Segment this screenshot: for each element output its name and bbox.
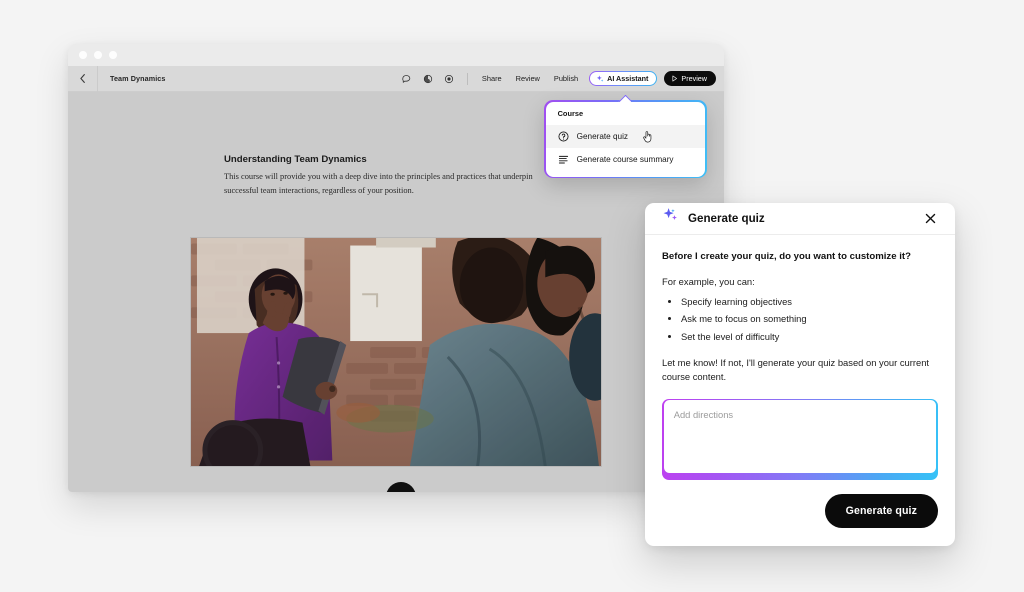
ai-assistant-dropdown: Course Generate quiz — [544, 100, 707, 178]
settings-icon — [444, 74, 454, 84]
palette-icon-button[interactable] — [418, 66, 439, 92]
close-button[interactable] — [921, 209, 939, 227]
modal-bullet-list: Specify learning objectives Ask me to fo… — [662, 293, 938, 345]
modal-body: Before I create your quiz, do you want t… — [645, 235, 955, 480]
screen: Team Dynamics — [0, 0, 1024, 592]
sparkle-icon — [596, 75, 604, 83]
menu-item-generate-quiz[interactable]: Generate quiz — [546, 125, 706, 148]
traffic-light-minimize-icon[interactable] — [94, 51, 102, 59]
modal-header: Generate quiz — [645, 203, 955, 235]
comment-icon — [402, 74, 412, 84]
modal-title: Generate quiz — [688, 212, 765, 225]
summary-lines-icon — [558, 154, 569, 165]
share-button[interactable]: Share — [475, 74, 509, 83]
sparkle-icon — [662, 207, 679, 229]
menu-item-label: Generate quiz — [577, 132, 628, 141]
modal-footer: Generate quiz — [645, 494, 955, 546]
generate-quiz-button[interactable]: Generate quiz — [825, 494, 938, 528]
menu-item-generate-course-summary[interactable]: Generate course summary — [546, 148, 706, 171]
toolbar-divider — [467, 73, 468, 85]
list-item: Specify learning objectives — [681, 293, 938, 310]
course-title: Team Dynamics — [98, 74, 166, 83]
dropdown-caret-icon — [618, 95, 631, 102]
preview-label: Preview — [681, 74, 707, 83]
question-circle-icon — [558, 131, 569, 142]
window-titlebar — [68, 44, 724, 66]
modal-note-text: Let me know! If not, I'll generate your … — [662, 356, 938, 385]
preview-button[interactable]: Preview — [664, 71, 716, 86]
toolbar-actions: Share Review Publish AI Assistant Previe… — [397, 66, 724, 92]
palette-icon — [423, 74, 433, 84]
review-button[interactable]: Review — [509, 74, 547, 83]
page-body-text: This course will provide you with a deep… — [224, 170, 536, 197]
generate-quiz-modal: Generate quiz Before I create your quiz,… — [645, 203, 955, 546]
publish-button[interactable]: Publish — [547, 74, 585, 83]
ai-assistant-label: AI Assistant — [607, 74, 648, 83]
traffic-light-close-icon[interactable] — [79, 51, 87, 59]
comment-icon-button[interactable] — [397, 66, 418, 92]
course-hero-image — [190, 237, 602, 467]
pointer-hand-cursor-icon — [642, 130, 653, 143]
dropdown-section-label: Course — [546, 109, 706, 125]
directions-input[interactable] — [664, 400, 937, 473]
traffic-light-maximize-icon[interactable] — [109, 51, 117, 59]
chevron-left-icon — [80, 74, 85, 83]
list-item: Ask me to focus on something — [681, 310, 938, 327]
menu-item-label: Generate course summary — [577, 155, 674, 164]
app-toolbar: Team Dynamics — [68, 66, 724, 92]
play-icon — [671, 75, 678, 82]
modal-subhead: For example, you can: — [662, 276, 938, 287]
hero-photo-illustration — [191, 238, 601, 466]
page-title: Understanding Team Dynamics — [224, 154, 367, 165]
modal-lead-text: Before I create your quiz, do you want t… — [662, 251, 938, 264]
close-icon — [925, 213, 936, 224]
add-block-button[interactable]: + — [386, 482, 416, 492]
back-button[interactable] — [68, 66, 98, 92]
dropdown-panel: Course Generate quiz — [546, 102, 706, 177]
directions-field-wrapper — [662, 399, 938, 480]
list-item: Set the level of difficulty — [681, 328, 938, 345]
ai-assistant-button[interactable]: AI Assistant — [589, 71, 657, 86]
settings-icon-button[interactable] — [439, 66, 460, 92]
